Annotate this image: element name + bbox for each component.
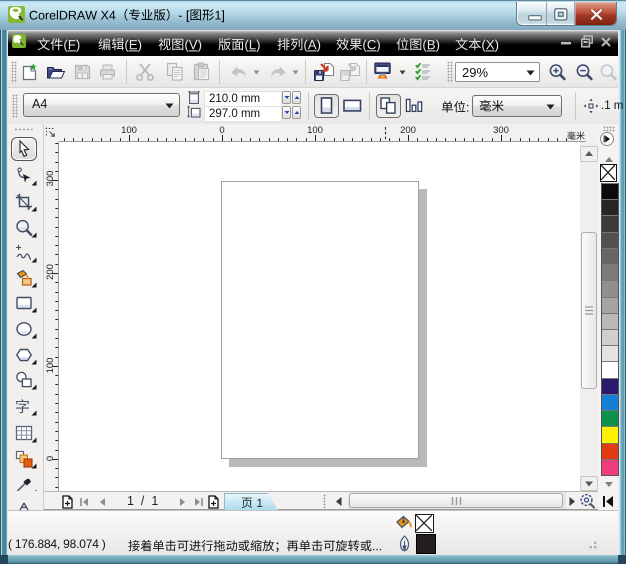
svg-text:0: 0	[219, 125, 224, 136]
svg-text:200: 200	[45, 264, 56, 280]
svg-text:100: 100	[307, 125, 323, 136]
svg-text:300: 300	[493, 125, 509, 136]
svg-text:0: 0	[45, 456, 56, 461]
svg-text:100: 100	[121, 125, 137, 136]
svg-text:300: 300	[45, 171, 56, 187]
svg-text:200: 200	[400, 125, 416, 136]
svg-text:100: 100	[45, 358, 56, 374]
